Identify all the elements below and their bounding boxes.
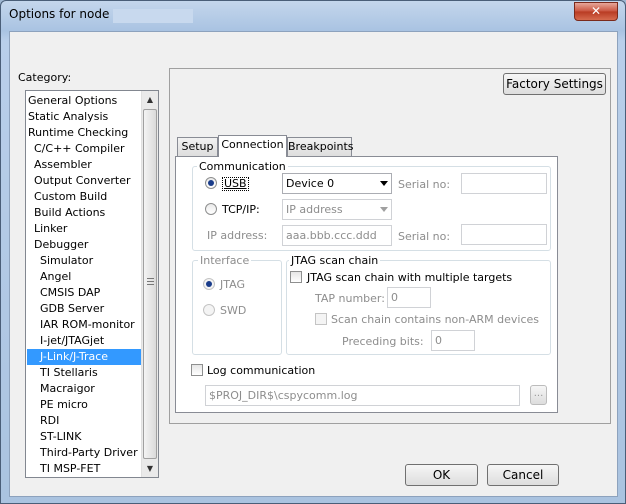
swd-radio[interactable]: [203, 304, 215, 316]
tcpip-mode-value: IP address: [286, 203, 343, 216]
usb-device-value: Device 0: [286, 177, 335, 190]
non-arm-checkbox[interactable]: [315, 313, 327, 325]
category-item[interactable]: Macraigor: [27, 381, 141, 397]
tcpip-radio[interactable]: [205, 203, 217, 215]
usb-radio[interactable]: [205, 177, 217, 189]
category-item[interactable]: C/C++ Compiler: [27, 141, 141, 157]
ip-address-label: IP address:: [207, 229, 268, 242]
close-button[interactable]: ✕: [574, 2, 618, 21]
preceding-bits-label: Preceding bits:: [342, 335, 424, 348]
log-communication-label[interactable]: Log communication: [207, 364, 315, 377]
ip-address-input[interactable]: aaa.bbb.ccc.ddd: [282, 225, 392, 246]
scroll-up-icon[interactable]: ▲: [142, 91, 158, 108]
grip-icon: [147, 278, 154, 279]
usb-device-select[interactable]: Device 0: [282, 173, 392, 194]
tcpip-mode-select[interactable]: IP address: [282, 199, 392, 220]
category-item[interactable]: ST-LINK: [27, 429, 141, 445]
category-item[interactable]: CMSIS DAP: [27, 285, 141, 301]
tab-breakpoints[interactable]: Breakpoints: [287, 137, 354, 157]
scroll-thumb[interactable]: [143, 109, 157, 459]
category-item[interactable]: Static Analysis: [27, 109, 141, 125]
options-dialog: Options for node ' ✕ Category: General O…: [0, 0, 626, 504]
category-item[interactable]: General Options: [27, 93, 141, 109]
scroll-down-icon[interactable]: ▼: [142, 460, 158, 477]
category-item[interactable]: RDI: [27, 413, 141, 429]
preceding-bits-value: 0: [435, 334, 442, 347]
browse-button[interactable]: ...: [530, 385, 547, 405]
tap-number-value: 0: [391, 291, 398, 304]
non-arm-label: Scan chain contains non-ARM devices: [331, 313, 540, 326]
close-icon: ✕: [590, 4, 602, 18]
category-label: Category:: [18, 71, 72, 84]
communication-title: Communication: [197, 160, 288, 173]
jtag-chain-title: JTAG scan chain: [289, 254, 381, 267]
tap-number-input[interactable]: 0: [387, 287, 431, 308]
category-item[interactable]: IAR ROM-monitor: [27, 317, 141, 333]
category-item[interactable]: J-Link/J-Trace: [27, 349, 141, 365]
category-item[interactable]: Assembler: [27, 157, 141, 173]
category-item[interactable]: GDB Server: [27, 301, 141, 317]
serial-number-input-2[interactable]: [461, 224, 547, 245]
tcpip-label[interactable]: TCP/IP:: [222, 203, 260, 216]
ok-button[interactable]: OK: [405, 464, 478, 486]
window-title: Options for node ': [9, 7, 117, 21]
log-path-input[interactable]: $PROJ_DIR$\cspycomm.log: [205, 385, 520, 406]
category-list[interactable]: General Options Static Analysis Runtime Ch…: [25, 90, 159, 478]
category-item[interactable]: TI MSP-FET: [27, 461, 141, 477]
redacted-node-name: [113, 9, 193, 23]
tab-connection[interactable]: Connection: [218, 135, 287, 157]
category-item[interactable]: Third-Party Driver: [27, 445, 141, 461]
category-item[interactable]: Simulator: [27, 253, 141, 269]
multi-targets-label[interactable]: JTAG scan chain with multiple targets: [307, 271, 512, 284]
log-path-value: $PROJ_DIR$\cspycomm.log: [209, 389, 358, 402]
tap-number-label: TAP number:: [315, 292, 385, 305]
category-item[interactable]: Runtime Checking: [27, 125, 141, 141]
jtag-radio[interactable]: [203, 278, 215, 290]
serial-label: Serial no:: [398, 178, 451, 191]
serial-number-input[interactable]: [461, 173, 547, 194]
category-item[interactable]: Debugger: [27, 237, 141, 253]
tab-setup[interactable]: Setup: [177, 137, 218, 157]
jtag-label: JTAG: [220, 278, 245, 291]
category-item[interactable]: TI Stellaris: [27, 365, 141, 381]
cancel-button[interactable]: Cancel: [487, 464, 559, 486]
category-item[interactable]: I-jet/JTAGjet: [27, 333, 141, 349]
serial-label-2: Serial no:: [398, 230, 451, 243]
category-item[interactable]: Angel: [27, 269, 141, 285]
category-item[interactable]: Build Actions: [27, 205, 141, 221]
category-scrollbar[interactable]: ▲ ▼: [141, 91, 158, 477]
factory-settings-button[interactable]: Factory Settings: [503, 73, 606, 95]
ip-address-placeholder: aaa.bbb.ccc.ddd: [286, 229, 377, 242]
category-item[interactable]: Custom Build: [27, 189, 141, 205]
multi-targets-checkbox[interactable]: [290, 271, 302, 283]
interface-title: Interface: [198, 254, 252, 267]
log-communication-checkbox[interactable]: [191, 364, 203, 376]
preceding-bits-input[interactable]: 0: [431, 330, 475, 351]
swd-label: SWD: [220, 304, 247, 317]
chevron-down-icon: [380, 181, 388, 186]
chevron-down-icon: [380, 207, 388, 212]
category-item[interactable]: Linker: [27, 221, 141, 237]
title-bar[interactable]: Options for node ' ✕: [1, 1, 625, 30]
category-item[interactable]: Output Converter: [27, 173, 141, 189]
category-item[interactable]: PE micro: [27, 397, 141, 413]
usb-label[interactable]: USB: [222, 177, 249, 191]
